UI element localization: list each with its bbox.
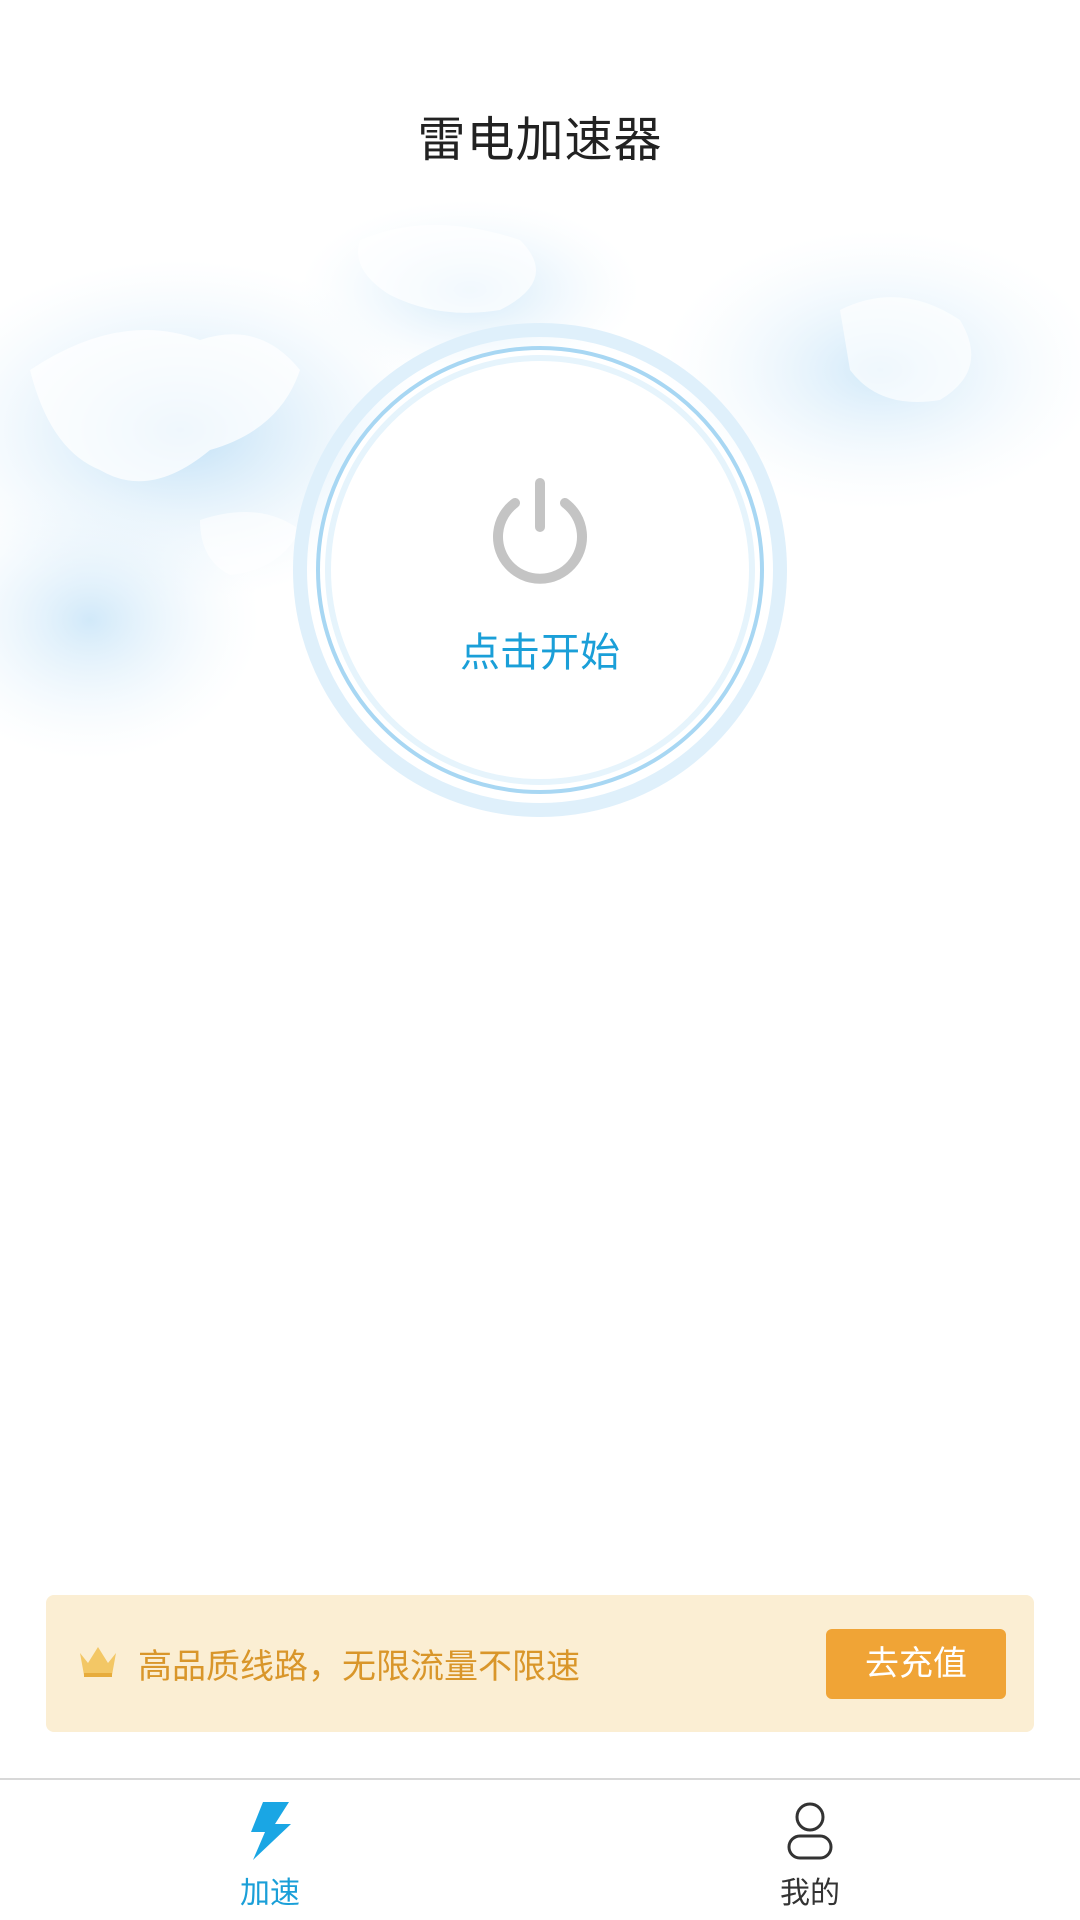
crown-icon xyxy=(80,1647,116,1677)
app-screen: 雷电加速器 点击开始 高品质线路，无限流量不限速 去充值 加速 我的 xyxy=(0,0,1080,1920)
page-title: 雷电加速器 xyxy=(417,112,663,168)
user-icon xyxy=(787,1802,833,1860)
start-label: 点击开始 xyxy=(460,630,620,676)
tab-mine[interactable]: 我的 xyxy=(540,1780,1080,1920)
tab-mine-label: 我的 xyxy=(780,1876,840,1911)
tab-accelerate[interactable]: 加速 xyxy=(0,1780,540,1920)
promo-text: 高品质线路，无限流量不限速 xyxy=(138,1647,580,1687)
start-button[interactable]: 点击开始 xyxy=(290,320,790,820)
bottom-tab-bar: 加速 我的 xyxy=(0,1780,1080,1920)
tab-accelerate-label: 加速 xyxy=(240,1876,300,1911)
promo-banner: 高品质线路，无限流量不限速 去充值 xyxy=(46,1595,1034,1732)
recharge-button[interactable]: 去充值 xyxy=(826,1629,1006,1699)
lightning-icon xyxy=(251,1802,291,1860)
power-icon xyxy=(493,478,587,584)
